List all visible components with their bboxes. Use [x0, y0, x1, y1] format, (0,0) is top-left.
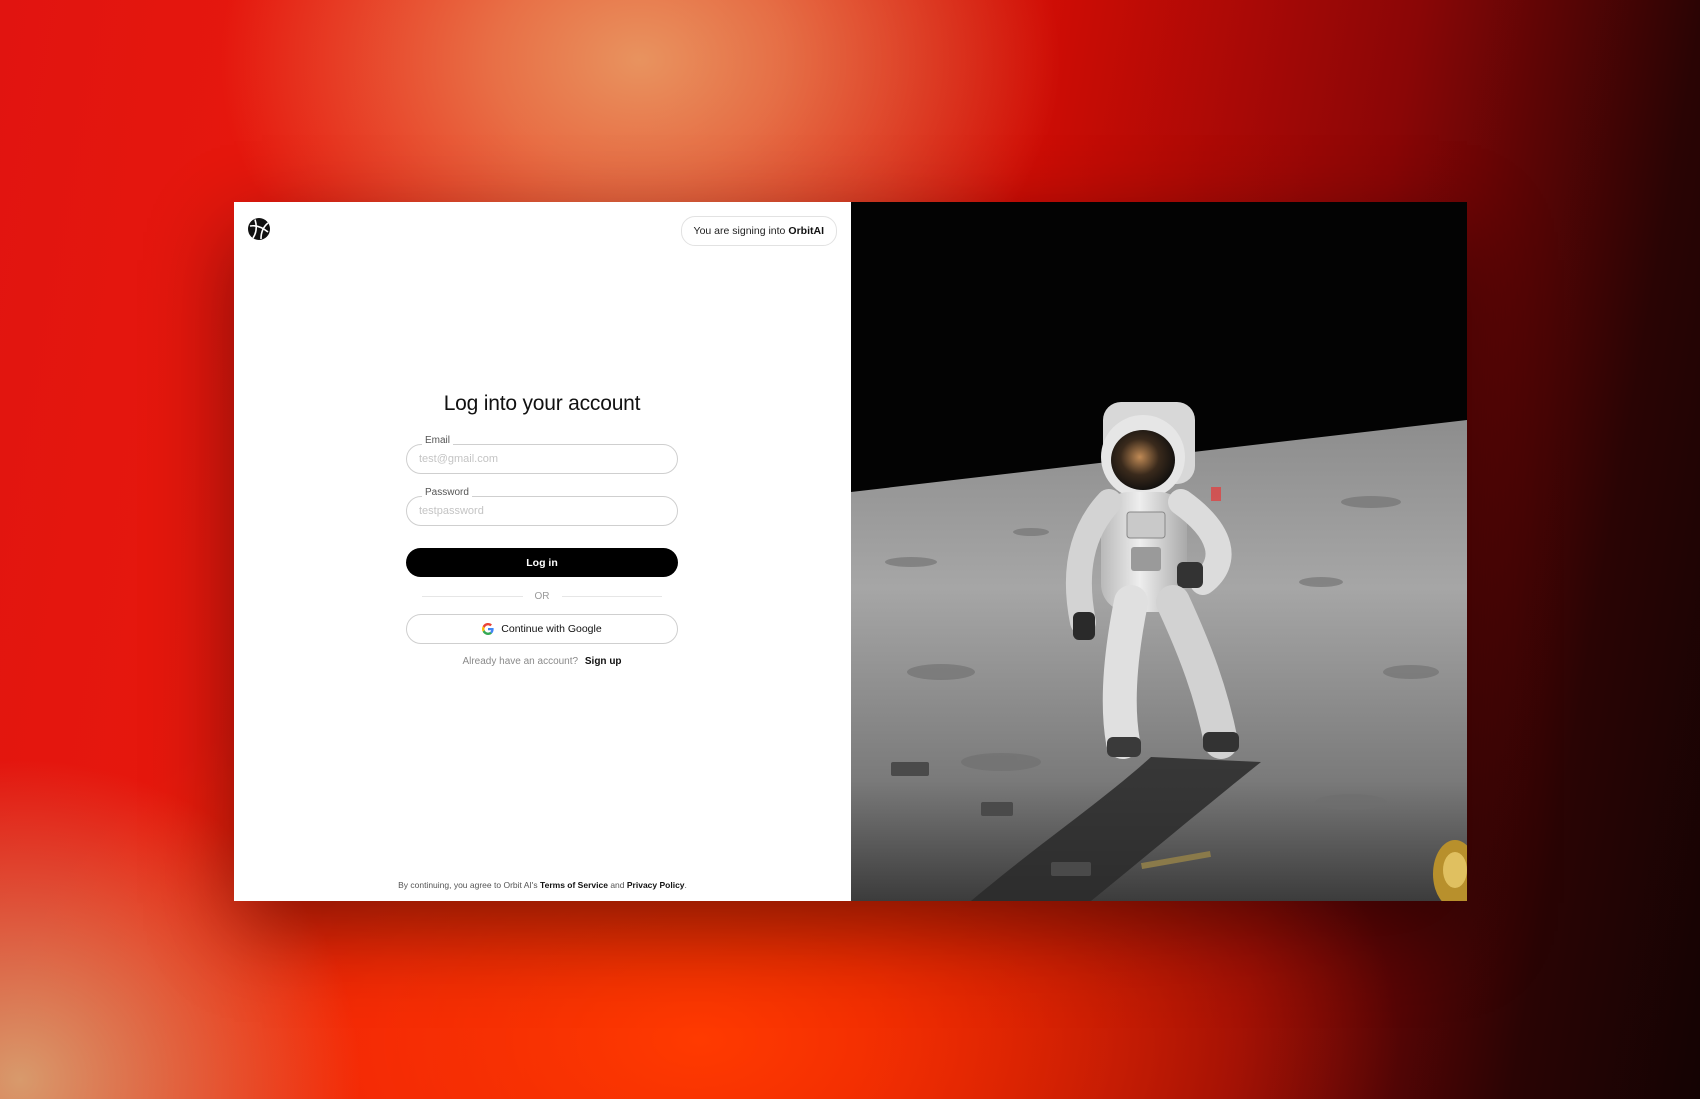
- or-label: OR: [534, 591, 550, 602]
- login-window: You are signing into OrbitAI Log into yo…: [234, 202, 1467, 901]
- legal-and: and: [610, 880, 625, 890]
- signing-into-badge: You are signing into OrbitAI: [680, 216, 837, 246]
- google-button-label: Continue with Google: [501, 623, 602, 635]
- privacy-link[interactable]: Privacy Policy: [627, 880, 685, 890]
- signing-brand: OrbitAI: [788, 225, 824, 237]
- astronaut-on-moon-photo: [851, 202, 1467, 901]
- email-input[interactable]: [406, 444, 678, 474]
- login-button[interactable]: Log in: [406, 548, 678, 577]
- email-label: Email: [422, 435, 454, 446]
- legal-period: .: [684, 880, 687, 890]
- signup-prompt: Already have an account? Sign up: [406, 656, 678, 667]
- divider-line-left: [422, 596, 523, 597]
- signup-link[interactable]: Sign up: [585, 656, 622, 667]
- page-title: Log into your account: [443, 392, 641, 415]
- hero-image-panel: [851, 202, 1467, 901]
- password-input[interactable]: [406, 496, 678, 526]
- account-prompt-text: Already have an account?: [462, 656, 579, 667]
- orbit-logo-icon[interactable]: [247, 217, 271, 241]
- password-label: Password: [422, 487, 472, 498]
- or-divider: OR: [406, 591, 678, 602]
- terms-link[interactable]: Terms of Service: [540, 880, 608, 890]
- login-form: Log into your account Email Password Log…: [406, 392, 678, 667]
- google-icon: [482, 623, 494, 635]
- google-signin-button[interactable]: Continue with Google: [406, 614, 678, 644]
- legal-prefix: By continuing, you agree to Orbit AI's: [398, 880, 538, 890]
- legal-notice: By continuing, you agree to Orbit AI's T…: [234, 880, 851, 890]
- divider-line-right: [561, 596, 662, 597]
- login-panel: You are signing into OrbitAI Log into yo…: [234, 202, 851, 901]
- signing-prefix: You are signing into: [693, 225, 786, 237]
- email-field-group: Email: [406, 435, 678, 474]
- password-field-group: Password: [406, 487, 678, 526]
